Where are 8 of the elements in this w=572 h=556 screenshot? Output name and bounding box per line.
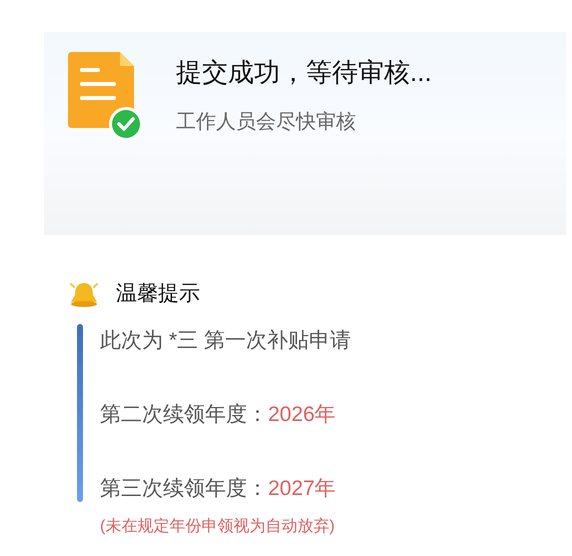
document-check-icon	[68, 52, 146, 142]
tip-item: 第二次续领年度：2026年	[100, 402, 337, 428]
status-title: 提交成功，等待审核...	[176, 56, 432, 89]
tips-title: 温馨提示	[116, 281, 200, 307]
tip-note: (未在规定年份申领视为自动放弃)	[100, 516, 335, 537]
tip-item: 此次为 *三 第一次补贴申请	[100, 328, 351, 354]
tip-item: 第三次续领年度：2027年	[100, 476, 337, 502]
status-subtitle: 工作人员会尽快审核	[176, 110, 357, 135]
